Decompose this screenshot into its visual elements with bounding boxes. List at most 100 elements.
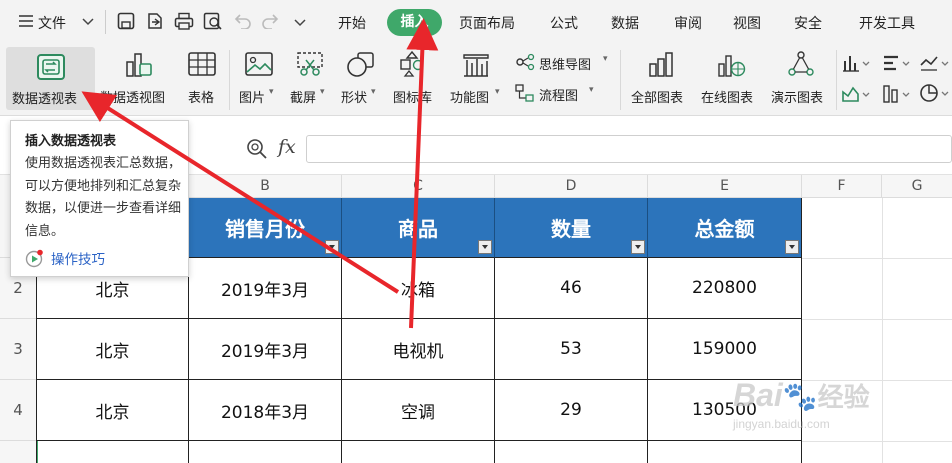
shape-dropdown-icon[interactable]: ▾ [371, 87, 376, 97]
cell-empty[interactable] [189, 441, 342, 463]
cell-qty[interactable]: 29 [495, 380, 648, 441]
print-preview-icon[interactable] [203, 12, 223, 34]
function-chart-button[interactable]: 功能图 ▾ [446, 50, 505, 106]
tips-link[interactable]: 操作技巧 [51, 248, 105, 268]
cell-empty[interactable] [36, 441, 189, 463]
area-chart-icon[interactable] [842, 84, 872, 108]
column-header-e[interactable]: E [648, 175, 802, 198]
pie-chart-icon[interactable] [920, 83, 952, 107]
screenshot-dropdown-icon[interactable]: ▾ [320, 87, 325, 97]
row-header-5[interactable] [0, 441, 36, 463]
tab-developer[interactable]: 开发工具 [859, 13, 915, 33]
screenshot-button[interactable]: 截屏 ▾ [287, 50, 333, 106]
picture-dropdown-icon[interactable]: ▾ [269, 87, 274, 97]
cell-product[interactable]: 空调 [342, 380, 495, 441]
table-icon [188, 52, 216, 76]
filter-dropdown-icon[interactable] [785, 240, 799, 254]
picture-icon [245, 52, 273, 76]
header-product-label: 商品 [398, 217, 438, 241]
pivot-chart-button[interactable]: 数据透视图 [99, 50, 177, 106]
flowchart-dropdown-icon[interactable]: ▾ [589, 85, 594, 95]
tab-security[interactable]: 安全 [794, 13, 822, 33]
table-button[interactable]: 表格 [182, 50, 222, 106]
function-chart-label: 功能图 [450, 91, 490, 106]
print-icon[interactable] [174, 12, 194, 34]
filter-dropdown-icon[interactable] [478, 240, 492, 254]
pivot-table-tooltip: 插入数据透视表 使用数据透视表汇总数据，可以方便地排列和汇总复杂数据，以便进一步… [10, 120, 189, 277]
divider [836, 50, 837, 110]
pivot-chart-label: 数据透视图 [100, 91, 166, 106]
row-header-4[interactable]: 4 [0, 380, 36, 441]
cell-empty[interactable] [495, 441, 648, 463]
header-cell-product[interactable]: 商品 [342, 198, 495, 258]
pivot-table-icon [36, 53, 66, 85]
zoom-lookup-icon[interactable] [246, 138, 268, 164]
divider [229, 50, 230, 110]
cell-month[interactable]: 2019年3月 [189, 319, 342, 380]
icon-library-icon [400, 50, 424, 77]
shape-button[interactable]: 形状 ▾ [338, 50, 384, 106]
column-chart-icon[interactable] [842, 53, 872, 77]
flowchart-icon [515, 84, 534, 102]
cell-qty[interactable]: 53 [495, 319, 648, 380]
header-cell-amount[interactable]: 总金额 [648, 198, 802, 258]
cell-qty[interactable]: 46 [495, 258, 648, 319]
undo-icon[interactable] [234, 13, 252, 33]
filter-dropdown-icon[interactable] [631, 240, 645, 254]
header-cell-month[interactable]: 销售月份 [189, 198, 342, 258]
tab-page-layout[interactable]: 页面布局 [459, 13, 515, 33]
stacked-bar-icon[interactable] [882, 84, 912, 108]
column-header-f[interactable]: F [802, 175, 882, 198]
line-chart-icon[interactable] [920, 53, 952, 77]
row-header-3[interactable]: 3 [0, 319, 36, 380]
filter-dropdown-icon[interactable] [325, 240, 339, 254]
cell-product[interactable]: 冰箱 [342, 258, 495, 319]
column-header-b[interactable]: B [189, 175, 342, 198]
export-pdf-icon[interactable] [146, 12, 164, 34]
cell-amount[interactable]: 220800 [648, 258, 802, 319]
mind-map-label: 思维导图 [539, 58, 592, 73]
cell-month[interactable]: 2018年3月 [189, 380, 342, 441]
hamburger-menu-icon[interactable] [18, 13, 34, 33]
tab-home[interactable]: 开始 [338, 13, 366, 33]
save-icon[interactable] [117, 12, 135, 34]
cell-empty[interactable] [342, 441, 495, 463]
tab-data[interactable]: 数据 [611, 13, 639, 33]
header-month-label: 销售月份 [225, 217, 305, 241]
tab-insert[interactable]: 插入 [387, 9, 442, 36]
all-charts-button[interactable]: 全部图表 [629, 50, 693, 106]
cell-amount[interactable]: 159000 [648, 319, 802, 380]
divider [620, 50, 621, 110]
cell-region[interactable]: 北京 [36, 319, 189, 380]
file-menu[interactable]: 文件 [38, 13, 66, 33]
column-header-d[interactable]: D [495, 175, 648, 198]
column-header-c[interactable]: C [342, 175, 495, 198]
flowchart-button[interactable]: 流程图 ▾ [515, 84, 599, 104]
cell-month[interactable]: 2019年3月 [189, 258, 342, 319]
bar-chart-horizontal-icon[interactable] [882, 53, 912, 77]
column-header-g[interactable]: G [882, 175, 952, 198]
demo-chart-button[interactable]: 演示图表 [769, 50, 833, 106]
tab-formulas[interactable]: 公式 [550, 13, 578, 33]
function-chart-dropdown-icon[interactable]: ▾ [495, 87, 500, 97]
pivot-table-button[interactable]: 数据透视表 [6, 47, 95, 110]
cell-empty[interactable] [648, 441, 802, 463]
tab-view[interactable]: 视图 [733, 13, 761, 33]
icon-library-button[interactable]: 图标库 [389, 50, 435, 106]
shape-label: 形状 [341, 91, 368, 106]
cell-region[interactable]: 北京 [36, 380, 189, 441]
tab-review[interactable]: 审阅 [674, 13, 702, 33]
mind-map-button[interactable]: 思维导图 ▾ [515, 53, 613, 73]
cell-product[interactable]: 电视机 [342, 319, 495, 380]
picture-button[interactable]: 图片 ▾ [236, 50, 282, 106]
online-chart-button[interactable]: 在线图表 [699, 50, 763, 106]
customize-toolbar-icon[interactable] [294, 16, 306, 32]
redo-icon[interactable] [261, 13, 279, 33]
formula-input[interactable] [306, 135, 952, 163]
chevron-down-icon[interactable] [82, 15, 94, 31]
fx-icon[interactable]: fx [278, 136, 296, 158]
mind-map-dropdown-icon[interactable]: ▾ [603, 54, 608, 64]
play-icon [25, 249, 45, 273]
watermark-url: jingyan.baidu.com [733, 417, 830, 431]
header-cell-qty[interactable]: 数量 [495, 198, 648, 258]
